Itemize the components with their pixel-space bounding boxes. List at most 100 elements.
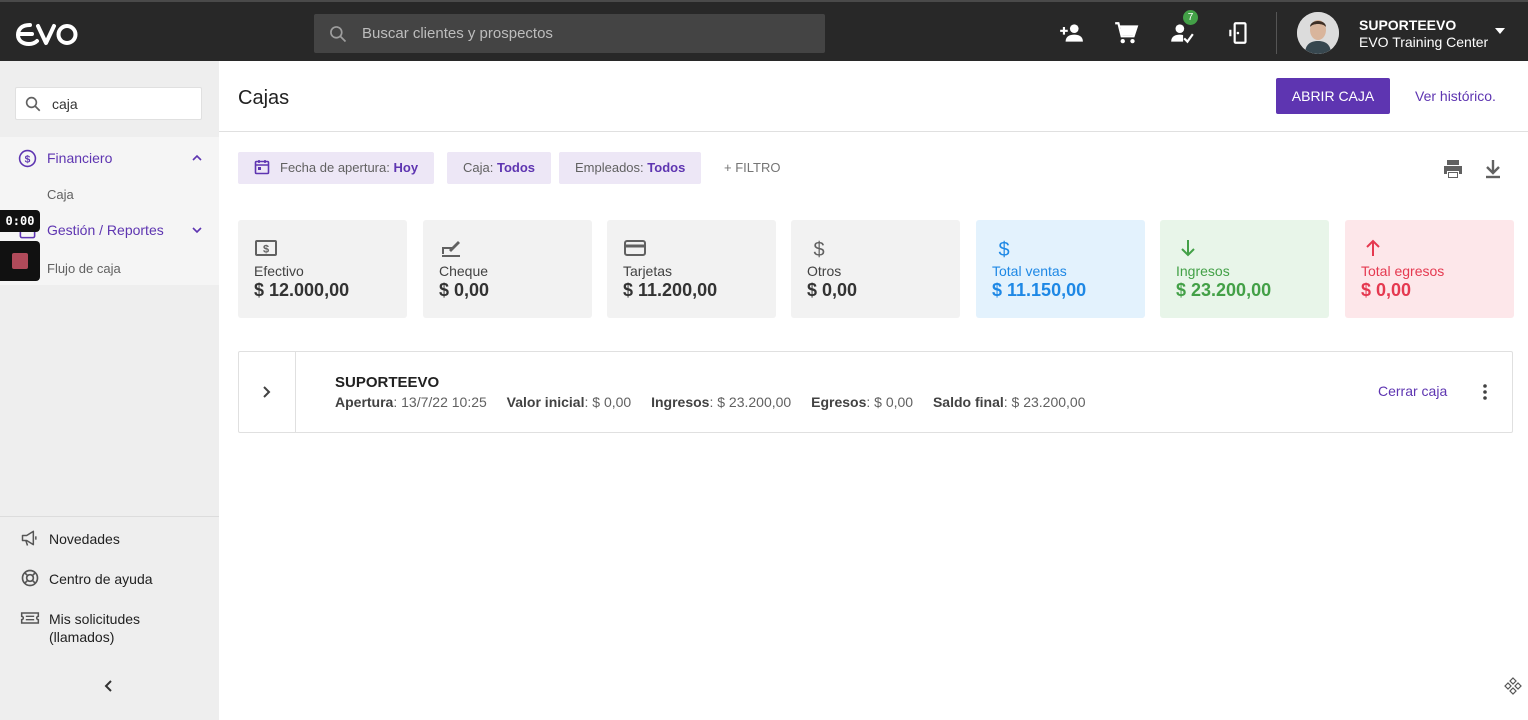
sidebar-divider [0, 516, 219, 517]
user-photo [1297, 12, 1339, 54]
download-icon[interactable] [1481, 157, 1505, 181]
stop-recording-button[interactable] [0, 241, 40, 281]
card-total-egresos: Total egresos $ 0,00 [1345, 220, 1514, 318]
filter-key: Caja: [463, 160, 494, 175]
saldo-final-value: $ 23.200,00 [1011, 394, 1086, 410]
credit-card-icon [624, 240, 646, 256]
register-row: SUPORTEEVO Apertura: 13/7/22 10:25 Valor… [238, 351, 1513, 433]
user-name[interactable]: SUPORTEEVO [1359, 17, 1456, 33]
header-divider [219, 131, 1528, 132]
main-content: Cajas ABRIR CAJA Ver histórico. Fecha de… [219, 61, 1528, 720]
card-value: $ 23.200,00 [1176, 280, 1272, 300]
cash-icon: $ [255, 240, 277, 256]
svg-text:$: $ [998, 239, 1009, 260]
sidebar-item-label: Gestión / Reportes [47, 222, 164, 238]
card-efectivo: $ Efectivo $ 12.000,00 [238, 220, 407, 318]
card-label: Total egresos [1361, 263, 1445, 279]
card-value: $ 0,00 [439, 280, 490, 300]
arrow-down-icon [1181, 240, 1195, 257]
filter-caja[interactable]: Caja: Todos [447, 152, 552, 184]
add-person-icon[interactable] [1058, 20, 1084, 46]
arrow-up-icon [1366, 239, 1380, 256]
sidebar-footer-label: Novedades [49, 531, 120, 547]
sidebar-search-value[interactable]: caja [52, 96, 78, 112]
collapse-sidebar-chevron-icon[interactable] [101, 678, 117, 694]
check-icon [442, 241, 460, 257]
valor-inicial-label: Valor inicial [506, 394, 585, 410]
filter-key: Empleados: [575, 160, 644, 175]
search-placeholder[interactable]: Buscar clientes y prospectos [362, 25, 553, 42]
filter-empleados[interactable]: Empleados: Todos [559, 152, 702, 184]
notification-badge: 7 [1183, 10, 1198, 25]
card-total-ventas: $ Total ventas $ 11.150,00 [976, 220, 1145, 318]
add-filter-button[interactable]: + FILTRO [724, 160, 780, 175]
evo-logo[interactable] [16, 16, 80, 48]
saldo-final-label: Saldo final [932, 394, 1004, 410]
card-label: Cheque [439, 263, 489, 279]
dollar-icon: $ [998, 239, 1009, 260]
card-value: $ 0,00 [1361, 280, 1412, 300]
dollar-icon: $ [813, 239, 824, 260]
chevron-right-icon [263, 386, 271, 398]
sidebar-subitem-caja[interactable]: Caja [47, 187, 74, 202]
chevron-up-icon[interactable] [192, 153, 202, 163]
sidebar-footer-label: Mis solicitudes (llamados) [49, 611, 141, 645]
filter-value: Hoy [393, 160, 419, 175]
card-value: $ 11.200,00 [623, 280, 718, 300]
lifebuoy-icon [21, 569, 39, 587]
card-label: Ingresos [1176, 263, 1230, 279]
open-register-button[interactable]: ABRIR CAJA [1276, 78, 1390, 114]
move-grid-icon[interactable] [1504, 677, 1522, 695]
register-details: Apertura: 13/7/22 10:25 Valor inicial: $… [335, 394, 1086, 410]
history-link[interactable]: Ver histórico. [1415, 88, 1496, 104]
more-options-icon[interactable] [1475, 382, 1495, 402]
close-register-link[interactable]: Cerrar caja [1378, 383, 1447, 399]
egresos-label: Egresos [811, 394, 867, 410]
card-tarjetas: Tarjetas $ 11.200,00 [607, 220, 776, 318]
svg-text:$: $ [263, 244, 269, 256]
card-label: Otros [807, 263, 842, 279]
page-title: Cajas [238, 87, 290, 109]
card-label: Total ventas [992, 263, 1067, 279]
sidebar-item-label: Financiero [47, 150, 113, 166]
apertura-label: Apertura [335, 394, 394, 410]
ingresos-value: $ 23.200,00 [717, 394, 792, 410]
sidebar-search-input[interactable]: caja [15, 87, 202, 120]
stop-icon [12, 253, 28, 269]
register-user-name: SUPORTEEVO [335, 374, 440, 391]
megaphone-icon [21, 530, 37, 546]
card-value: $ 0,00 [807, 280, 858, 300]
card-label: Efectivo [254, 263, 304, 279]
card-ingresos: Ingresos $ 23.200,00 [1160, 220, 1329, 318]
sidebar-subitem-flujo-de-caja[interactable]: Flujo de caja [47, 261, 121, 276]
print-icon[interactable] [1441, 157, 1465, 181]
global-search[interactable]: Buscar clientes y prospectos [314, 14, 825, 53]
valor-inicial-value: $ 0,00 [592, 394, 632, 410]
cart-icon[interactable] [1113, 20, 1139, 46]
timer-display: 0:00 [0, 210, 40, 232]
chevron-down-icon[interactable] [192, 225, 202, 235]
svg-text:$: $ [813, 239, 824, 260]
svg-text:$: $ [25, 154, 31, 165]
sidebar-item-gestion-reportes[interactable]: Gestión / Reportes [18, 219, 208, 243]
user-menu-caret-icon[interactable] [1495, 28, 1505, 34]
dollar-circle-icon: $ [18, 149, 37, 168]
card-cheque: Cheque $ 0,00 [423, 220, 592, 318]
card-label: Tarjetas [623, 263, 673, 279]
filter-value: Todos [647, 160, 686, 175]
topbar-divider [1276, 12, 1277, 54]
avatar[interactable] [1297, 12, 1339, 54]
expand-row-button[interactable] [239, 352, 296, 432]
ticket-icon [20, 612, 40, 624]
filter-fecha-apertura[interactable]: Fecha de apertura: Hoy [238, 152, 435, 184]
apertura-value: 13/7/22 10:25 [401, 394, 487, 410]
ingresos-label: Ingresos [651, 394, 710, 410]
sidebar-item-financiero[interactable]: $ Financiero [18, 147, 208, 171]
calendar-icon [254, 160, 270, 175]
filter-key: Fecha de apertura: [280, 160, 390, 175]
user-organization[interactable]: EVO Training Center [1359, 34, 1488, 50]
sidebar: caja $ Financiero Caja Gestión / Reporte… [0, 61, 219, 720]
exit-door-icon[interactable] [1226, 20, 1252, 46]
card-value: $ 11.150,00 [992, 280, 1087, 300]
egresos-value: $ 0,00 [874, 394, 914, 410]
